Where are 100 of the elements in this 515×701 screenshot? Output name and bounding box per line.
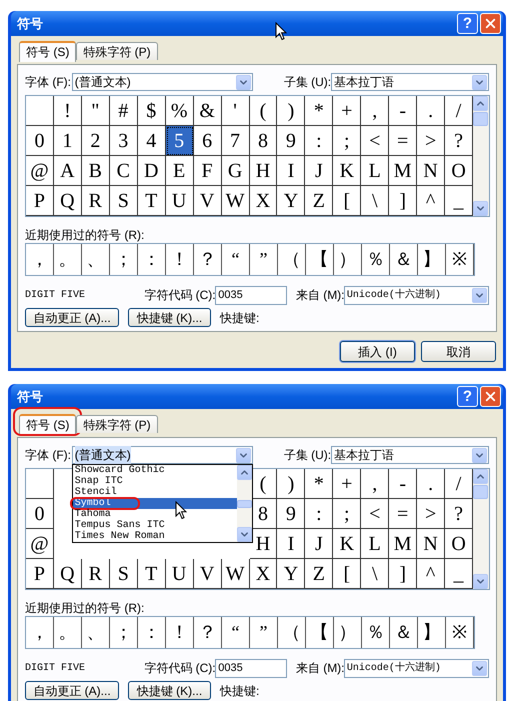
glyph-cell[interactable]: 9 — [277, 499, 306, 529]
recent-symbol-cell[interactable]: ※ — [446, 244, 474, 275]
glyph-cell[interactable]: ' — [222, 96, 250, 126]
glyph-cell[interactable]: 3 — [110, 126, 138, 156]
recent-symbol-cell[interactable]: ？ — [194, 617, 222, 648]
glyph-cell[interactable]: 2 — [82, 126, 110, 156]
glyph-cell[interactable]: ; — [333, 499, 362, 529]
glyph-cell[interactable]: [ — [333, 559, 362, 589]
glyph-cell[interactable]: A — [54, 156, 82, 186]
glyph-cell[interactable]: & — [194, 96, 222, 126]
recent-symbol-cell[interactable]: ！ — [166, 617, 194, 648]
glyph-cell[interactable]: J — [305, 156, 334, 186]
glyph-cell[interactable]: \ — [361, 186, 390, 216]
recent-symbol-cell[interactable]: ； — [110, 244, 138, 275]
glyph-cell[interactable]: T — [138, 186, 166, 216]
tab[interactable]: 特殊字符 (P) — [76, 415, 158, 433]
glyph-cell[interactable]: ) — [277, 469, 306, 499]
glyph-cell[interactable]: D — [138, 156, 166, 186]
glyph-cell[interactable]: P — [26, 186, 54, 216]
glyph-cell[interactable]: 1 — [54, 126, 82, 156]
glyph-cell[interactable]: 6 — [194, 126, 222, 156]
glyph-cell[interactable]: ) — [277, 96, 306, 126]
recent-symbol-cell[interactable]: ， — [26, 244, 54, 275]
recent-symbol-cell[interactable]: ＆ — [390, 244, 418, 275]
glyph-cell[interactable]: C — [110, 156, 138, 186]
glyph-cell[interactable]: S — [110, 559, 138, 589]
glyph-cell[interactable]: K — [333, 156, 362, 186]
glyph-cell[interactable]: * — [305, 96, 334, 126]
recent-symbol-cell[interactable]: ： — [138, 617, 166, 648]
char-code-field[interactable]: 0035 — [215, 286, 287, 304]
glyph-cell[interactable]: > — [417, 499, 446, 529]
action-button[interactable]: 快捷键 (K)... — [128, 308, 211, 327]
font-combobox[interactable]: (普通文本) — [72, 73, 253, 91]
glyph-cell[interactable]: I — [277, 529, 306, 559]
dialog-button[interactable]: 取消 — [421, 341, 496, 362]
glyph-cell[interactable]: = — [389, 126, 418, 156]
font-option[interactable]: Tempus Sans ITC — [72, 520, 237, 531]
glyph-cell[interactable]: M — [389, 156, 418, 186]
recent-symbol-cell[interactable]: 、 — [82, 244, 110, 275]
glyph-cell[interactable]: * — [305, 469, 334, 499]
glyph-cell[interactable]: - — [389, 469, 418, 499]
recent-symbol-cell[interactable]: 。 — [54, 244, 82, 275]
glyph-cell[interactable]: N — [417, 529, 446, 559]
glyph-cell[interactable]: Q — [54, 186, 82, 216]
recent-symbol-cell[interactable]: 】 — [418, 244, 446, 275]
glyph-cell[interactable]: K — [333, 529, 362, 559]
recent-symbol-cell[interactable]: 、 — [82, 617, 110, 648]
glyph-cell[interactable]: [ — [333, 186, 362, 216]
font-option[interactable]: Times New Roman — [72, 531, 237, 542]
glyph-cell[interactable]: 8 — [250, 499, 278, 529]
recent-symbol-cell[interactable]: ！ — [166, 244, 194, 275]
tab[interactable]: 符号 (S) — [19, 40, 76, 62]
recent-symbol-cell[interactable]: ？ — [194, 244, 222, 275]
glyph-cell[interactable]: \ — [361, 559, 390, 589]
glyph-cell[interactable]: G — [222, 156, 250, 186]
glyph-cell[interactable]: ^ — [417, 186, 446, 216]
glyph-cell[interactable]: M — [389, 529, 418, 559]
recent-symbol-cell[interactable]: 【 — [306, 617, 334, 648]
glyph-cell[interactable]: 7 — [222, 126, 250, 156]
glyph-cell[interactable]: W — [222, 559, 250, 589]
font-option[interactable]: Snap ITC — [72, 476, 237, 487]
glyph-cell[interactable]: . — [417, 469, 446, 499]
action-button[interactable]: 快捷键 (K)... — [128, 681, 211, 700]
recent-symbol-cell[interactable]: 【 — [306, 244, 334, 275]
glyph-cell[interactable]: X — [250, 559, 278, 589]
recent-symbol-cell[interactable]: ％ — [362, 617, 390, 648]
glyph-cell[interactable]: : — [305, 126, 334, 156]
glyph-cell[interactable]: - — [389, 96, 418, 126]
glyph-cell[interactable]: Y — [277, 559, 306, 589]
recent-symbol-cell[interactable]: （ — [278, 617, 306, 648]
glyph-cell[interactable]: R — [82, 186, 110, 216]
glyph-cell[interactable]: 0 — [26, 499, 54, 529]
glyph-cell[interactable]: U — [166, 559, 194, 589]
recent-symbol-cell[interactable]: ” — [250, 617, 278, 648]
glyph-cell[interactable]: Y — [277, 186, 306, 216]
recent-symbol-cell[interactable]: 】 — [418, 617, 446, 648]
glyph-cell[interactable]: . — [417, 96, 446, 126]
glyph-cell[interactable]: , — [361, 469, 390, 499]
glyph-cell[interactable]: X — [250, 186, 278, 216]
glyph-cell[interactable]: : — [305, 499, 334, 529]
char-code-field[interactable]: 0035 — [215, 658, 287, 678]
font-combobox[interactable]: (普通文本) — [72, 446, 253, 464]
glyph-cell[interactable]: J — [305, 529, 334, 559]
glyph-cell[interactable]: I — [277, 156, 306, 186]
from-combobox[interactable]: Unicode(十六进制) — [344, 286, 489, 304]
subset-combobox[interactable]: 基本拉丁语 — [330, 73, 489, 91]
glyph-cell[interactable]: , — [361, 96, 390, 126]
glyph-cell[interactable]: V — [194, 186, 222, 216]
recent-symbol-cell[interactable]: ） — [334, 617, 362, 648]
glyph-cell[interactable]: ! — [54, 96, 82, 126]
glyph-cell[interactable]: ( — [250, 469, 278, 499]
glyph-cell[interactable]: > — [417, 126, 446, 156]
glyph-cell[interactable]: T — [138, 559, 166, 589]
action-button[interactable]: 自动更正 (A)... — [25, 681, 119, 700]
glyph-cell[interactable]: < — [361, 126, 390, 156]
glyph-cell[interactable]: L — [361, 156, 390, 186]
glyph-cell[interactable]: E — [166, 156, 194, 186]
recent-symbol-cell[interactable]: “ — [222, 617, 250, 648]
recent-symbol-cell[interactable]: ） — [334, 244, 362, 275]
tab[interactable]: 特殊字符 (P) — [76, 42, 158, 60]
